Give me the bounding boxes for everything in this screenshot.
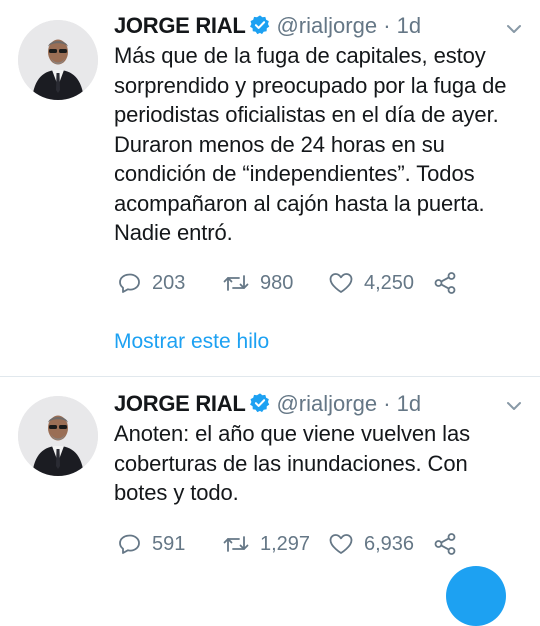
reply-icon bbox=[118, 271, 142, 295]
tweet-text-line: acompañaron al cajón hasta la puerta. bbox=[114, 190, 485, 216]
separator-dot: · bbox=[383, 391, 391, 416]
tweet-text-line: sorprendido y preocupado por la fuga de bbox=[114, 72, 507, 98]
tweet-actions: 203 980 4,250 bbox=[114, 268, 534, 298]
verified-badge-icon bbox=[249, 14, 271, 44]
separator-dot: · bbox=[383, 13, 391, 38]
tweet-text-line: coberturas de las inundaciones. Con bbox=[114, 450, 468, 476]
like-count: 6,936 bbox=[364, 532, 415, 555]
reply-button[interactable]: 591 bbox=[118, 529, 185, 559]
author-handle[interactable]: @rialjorge bbox=[276, 13, 377, 38]
show-thread-link[interactable]: Mostrar este hilo bbox=[114, 328, 269, 356]
avatar[interactable] bbox=[18, 396, 98, 476]
tweet-text-line: Anoten: el año que viene vuelven las bbox=[114, 421, 470, 446]
like-button[interactable]: 4,250 bbox=[328, 268, 414, 298]
reply-count: 203 bbox=[152, 271, 186, 294]
tweet[interactable]: JORGE RIAL @rialjorge · 1d Más que de la … bbox=[0, 0, 540, 376]
tweet-text-line: Nadie entró. bbox=[114, 220, 233, 245]
compose-button[interactable] bbox=[446, 566, 506, 626]
share-icon bbox=[432, 532, 458, 556]
tweet-text-line: periodistas oficialistas en el día de ay… bbox=[114, 102, 499, 127]
share-button[interactable] bbox=[432, 268, 458, 298]
heart-icon bbox=[328, 532, 354, 556]
verified-badge-icon bbox=[249, 392, 271, 422]
retweet-button[interactable]: 980 bbox=[222, 268, 293, 298]
retweet-icon bbox=[222, 271, 250, 295]
author-name[interactable]: JORGE RIAL bbox=[114, 391, 246, 416]
reply-button[interactable]: 203 bbox=[118, 268, 185, 298]
retweet-icon bbox=[222, 532, 250, 556]
tweet-text-line: botes y todo. bbox=[114, 480, 239, 505]
chevron-down-icon[interactable] bbox=[504, 396, 524, 421]
tweet-text-line: Más que de la fuga de capitales, estoy bbox=[114, 43, 486, 68]
avatar[interactable] bbox=[18, 20, 98, 100]
author-name[interactable]: JORGE RIAL bbox=[114, 13, 246, 38]
retweet-button[interactable]: 1,297 bbox=[222, 529, 310, 559]
tweet-text: Más que de la fuga de capitales, estoy s… bbox=[114, 41, 524, 248]
tweet-text-line: Duraron menos de 24 horas en su bbox=[114, 131, 445, 157]
like-button[interactable]: 6,936 bbox=[328, 529, 414, 559]
author-handle[interactable]: @rialjorge bbox=[276, 391, 377, 416]
retweet-count: 980 bbox=[260, 271, 294, 294]
tweet-header: JORGE RIAL @rialjorge · 1d bbox=[114, 11, 421, 41]
timestamp[interactable]: 1d bbox=[397, 13, 421, 38]
like-count: 4,250 bbox=[364, 271, 415, 294]
tweet-header: JORGE RIAL @rialjorge · 1d bbox=[114, 389, 421, 419]
share-icon bbox=[432, 271, 458, 295]
tweet[interactable]: JORGE RIAL @rialjorge · 1d Anoten: el año… bbox=[0, 377, 540, 573]
tweet-actions: 591 1,297 6,936 bbox=[114, 529, 534, 559]
share-button[interactable] bbox=[432, 529, 458, 559]
reply-count: 591 bbox=[152, 532, 186, 555]
retweet-count: 1,297 bbox=[260, 532, 311, 555]
timestamp[interactable]: 1d bbox=[397, 391, 421, 416]
heart-icon bbox=[328, 271, 354, 295]
tweet-text: Anoten: el año que viene vuelven las cob… bbox=[114, 419, 524, 508]
tweet-text-line: condición de “independientes”. Todos bbox=[114, 161, 475, 186]
reply-icon bbox=[118, 532, 142, 556]
